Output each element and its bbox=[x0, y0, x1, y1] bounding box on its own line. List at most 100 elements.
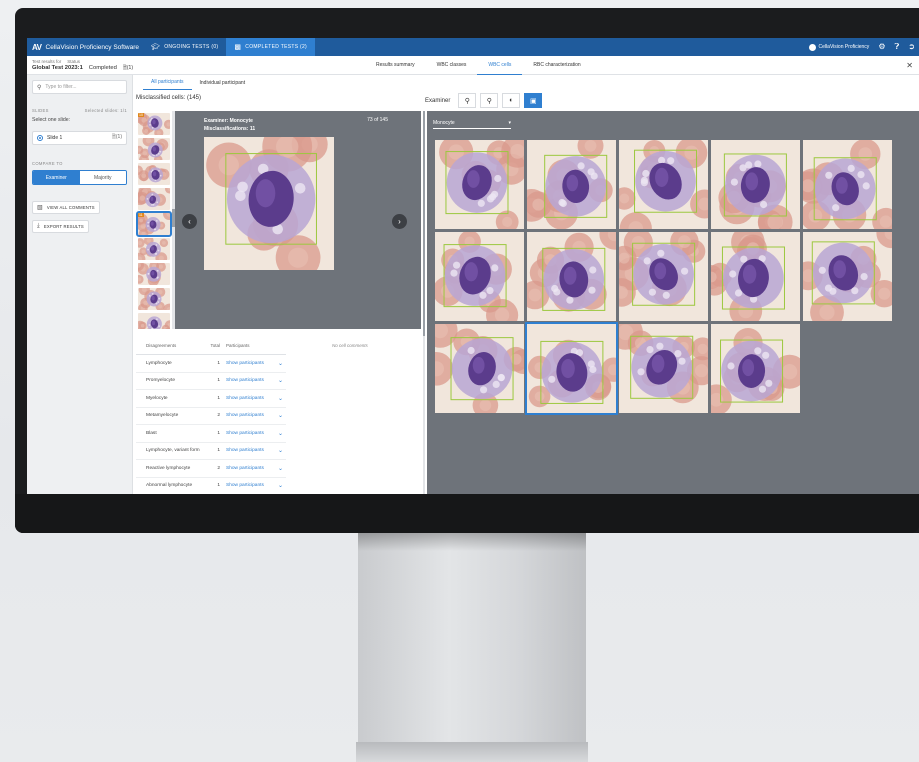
examiner-label: Examiner bbox=[425, 97, 451, 104]
table-row: Metamyelocyte 2 Show participants ⌄ bbox=[136, 408, 286, 425]
monitor-stand-base bbox=[356, 742, 588, 762]
examiner-cell-tile[interactable] bbox=[619, 324, 708, 413]
disagreement-name: Abnormal lymphocyte bbox=[146, 483, 193, 489]
chevron-down-icon[interactable]: ⌄ bbox=[278, 465, 283, 472]
table-row: Blast 1 Show participants ⌄ bbox=[136, 425, 286, 443]
test-status: Completed bbox=[88, 65, 117, 71]
disagreement-total: 2 bbox=[217, 413, 220, 419]
app-brand[interactable]: AV CellaVision Proficiency Software bbox=[27, 43, 143, 52]
tab-ongoing-tests[interactable]: 🎓︎ ONGOING TESTS (0) bbox=[143, 38, 226, 56]
cell-thumbnail[interactable] bbox=[138, 188, 170, 210]
disagreement-name: Metamyelocyte bbox=[146, 413, 179, 419]
chevron-down-icon[interactable]: ⌄ bbox=[278, 447, 283, 454]
export-results-button[interactable]: ⤓ EXPORT RESULTS bbox=[32, 220, 89, 233]
select-slide-text: Select one slide: bbox=[32, 117, 71, 123]
examiner-cell-tile[interactable] bbox=[803, 232, 892, 321]
download-icon: ⤓ bbox=[37, 223, 40, 229]
chevron-down-icon[interactable]: ⌄ bbox=[278, 412, 283, 419]
disagreement-name: Promyelocyte bbox=[146, 378, 176, 384]
cell-thumbnail[interactable] bbox=[138, 163, 170, 185]
cell-thumbnail[interactable] bbox=[138, 313, 170, 329]
cell-thumbnail[interactable] bbox=[138, 288, 170, 310]
tab-rbc-characterization[interactable]: RBC characterization bbox=[522, 56, 591, 75]
table-row: Abnormal lymphocyte 1 Show participants ⌄ bbox=[136, 478, 286, 495]
compare-majority-button[interactable]: Majority bbox=[79, 171, 126, 184]
gear-icon[interactable]: ⚙ bbox=[878, 43, 885, 51]
logout-icon[interactable]: ➲ bbox=[908, 43, 915, 51]
search-icon: ⚲ bbox=[37, 84, 42, 91]
cell-counter: 73 of 145 bbox=[367, 117, 388, 123]
examiner-cell-tile[interactable] bbox=[711, 324, 800, 413]
show-participants-link[interactable]: Show participants bbox=[226, 448, 278, 453]
compare-toggle: Examiner Majority bbox=[32, 170, 127, 185]
examiner-cell-tile[interactable] bbox=[619, 232, 708, 321]
examiner-cell-tile[interactable] bbox=[711, 140, 800, 229]
cell-thumbnail[interactable]: 11 bbox=[136, 211, 172, 237]
comment-count[interactable]: 🗎︎(1) bbox=[123, 65, 133, 71]
thumbnail-scrollbar[interactable] bbox=[172, 111, 175, 329]
test-info: Test results for Status Global Test 2023… bbox=[27, 59, 147, 71]
examiner-cell-tile[interactable] bbox=[527, 140, 616, 229]
chevron-down-icon[interactable]: ⌄ bbox=[278, 430, 283, 437]
chevron-down-icon: ▾ bbox=[508, 120, 511, 126]
app-topbar: AV CellaVision Proficiency Software 🎓︎ O… bbox=[27, 38, 919, 56]
chevron-down-icon[interactable]: ⌄ bbox=[278, 360, 283, 367]
cell-thumbnail[interactable] bbox=[138, 238, 170, 260]
examiner-cell-tile[interactable] bbox=[619, 140, 708, 229]
tab-individual-participant[interactable]: Individual participant bbox=[192, 75, 254, 90]
view-all-comments-button[interactable]: ▧ VIEW ALL COMMENTS bbox=[32, 201, 100, 214]
cell-class-dropdown[interactable]: Monocyte ▾ bbox=[433, 118, 511, 129]
main-scrollbar[interactable] bbox=[423, 111, 425, 494]
test-name: Global Test 2023:1 bbox=[32, 65, 83, 71]
examiner-cell-tile[interactable] bbox=[711, 232, 800, 321]
bounding-box-toggle-icon[interactable]: ▣ bbox=[524, 93, 543, 108]
cell-thumbnail[interactable] bbox=[138, 263, 170, 285]
misclassifications-value: 11 bbox=[249, 126, 256, 132]
examiner-cell-tile[interactable] bbox=[435, 324, 524, 413]
tab-completed-tests[interactable]: ▩ COMPLETED TESTS (2) bbox=[226, 38, 316, 56]
show-participants-link[interactable]: Show participants bbox=[226, 396, 278, 401]
disagreement-name: Lymphocyte, variant form bbox=[146, 448, 200, 454]
show-participants-link[interactable]: Show participants bbox=[226, 466, 278, 471]
examiner-cell-tile[interactable] bbox=[803, 140, 892, 229]
chevron-left-icon[interactable]: ‹ bbox=[182, 214, 197, 229]
chevron-down-icon[interactable]: ⌄ bbox=[278, 377, 283, 384]
examiner-panel: Monocyte ▾ bbox=[427, 111, 919, 494]
cell-thumbnail[interactable] bbox=[138, 138, 170, 160]
examiner-cell-tile[interactable] bbox=[525, 322, 618, 415]
contrast-icon[interactable]: ◐ bbox=[502, 93, 521, 108]
selected-cell-image[interactable] bbox=[204, 137, 334, 270]
show-participants-link[interactable]: Show participants bbox=[226, 413, 278, 418]
disagreement-name: Reactive lymphocyte bbox=[146, 465, 191, 471]
bar-chart-icon: ▩ bbox=[234, 44, 242, 51]
show-participants-link[interactable]: Show participants bbox=[226, 431, 278, 436]
close-icon[interactable]: ✕ bbox=[906, 61, 913, 70]
radio-selected-icon[interactable] bbox=[37, 135, 43, 141]
user-menu[interactable]: CellaVision Proficiency bbox=[808, 43, 869, 51]
tab-all-participants[interactable]: All participants bbox=[143, 75, 192, 90]
stand-shadow bbox=[358, 533, 586, 551]
help-icon[interactable]: ❓︎ bbox=[894, 43, 899, 51]
cell-class-dropdown-value: Monocyte bbox=[433, 120, 455, 126]
tab-wbc-cells[interactable]: WBC cells bbox=[477, 56, 523, 75]
chevron-right-icon[interactable]: › bbox=[392, 214, 407, 229]
tab-results-summary[interactable]: Results summary bbox=[365, 56, 426, 75]
thumbnail-strip[interactable]: 101111 bbox=[136, 111, 172, 329]
zoom-in-icon[interactable]: ⚲ bbox=[458, 93, 477, 108]
slide-item[interactable]: Slide 1 🗎︎(1) bbox=[32, 131, 127, 145]
chevron-down-icon[interactable]: ⌄ bbox=[278, 482, 283, 489]
compare-examiner-button[interactable]: Examiner bbox=[33, 171, 80, 184]
chevron-down-icon[interactable]: ⌄ bbox=[278, 395, 283, 402]
show-participants-link[interactable]: Show participants bbox=[226, 361, 278, 366]
show-participants-link[interactable]: Show participants bbox=[226, 378, 278, 383]
examiner-cell-tile[interactable] bbox=[435, 140, 524, 229]
examiner-cell-tile[interactable] bbox=[435, 232, 524, 321]
show-participants-link[interactable]: Show participants bbox=[226, 483, 278, 488]
table-row: Reactive lymphocyte 2 Show participants ⌄ bbox=[136, 460, 286, 478]
filter-input[interactable]: ⚲ Type to filter... bbox=[32, 80, 127, 94]
tab-wbc-classes[interactable]: WBC classes bbox=[426, 56, 478, 75]
zoom-out-icon[interactable]: ⚲ bbox=[480, 93, 499, 108]
examiner-cell-tile[interactable] bbox=[527, 232, 616, 321]
cell-thumbnail[interactable]: 10 bbox=[138, 113, 170, 135]
slide-name: Slide 1 bbox=[47, 135, 63, 141]
